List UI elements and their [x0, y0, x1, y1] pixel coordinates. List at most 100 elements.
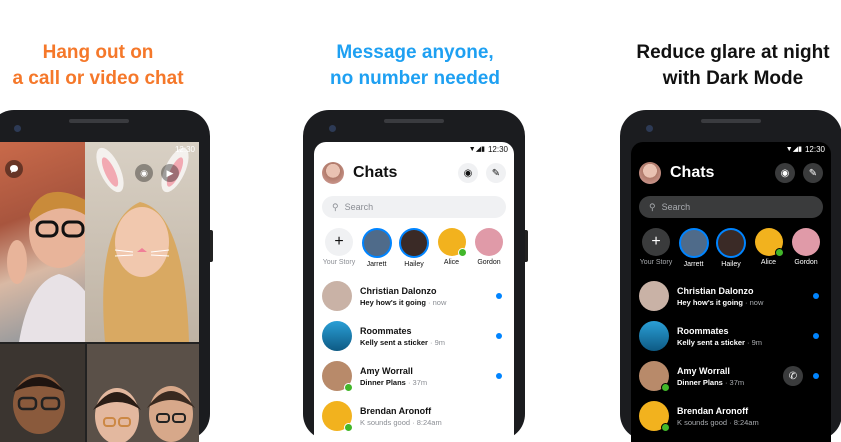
story-avatar — [678, 228, 709, 258]
camera-button[interactable]: ◉ — [458, 163, 478, 183]
add-story-button[interactable]: + — [325, 228, 353, 256]
story-name: Alice — [760, 259, 777, 266]
profile-avatar[interactable] — [322, 162, 344, 184]
unread-dot — [496, 333, 502, 339]
compose-button[interactable]: ✎ — [803, 163, 823, 183]
front-camera — [329, 125, 336, 132]
phone-speaker — [384, 119, 444, 123]
chat-time: · 8:24am — [727, 417, 759, 427]
caption-video-chat: Hang out on a call or video chat — [0, 40, 228, 92]
chat-name: Amy Worrall — [677, 365, 730, 376]
story-alice[interactable]: Alice — [435, 228, 469, 268]
video-tile-participant-4[interactable] — [87, 344, 199, 442]
online-indicator — [774, 248, 784, 257]
avatar — [639, 361, 670, 392]
chat-time: · now — [425, 297, 447, 307]
camera-button[interactable]: ◉ — [775, 163, 795, 183]
story-name: Gordon — [794, 259, 818, 266]
unread-dot — [496, 293, 502, 299]
phone-side-button — [525, 230, 528, 262]
video-toggle-icon[interactable]: ▶ — [161, 164, 179, 182]
switch-camera-icon[interactable]: ◉ — [135, 164, 153, 182]
story-gordon[interactable]: Gordon — [472, 228, 506, 268]
front-camera — [14, 125, 21, 132]
story-gordon[interactable]: Gordon — [789, 228, 823, 268]
online-indicator — [661, 423, 670, 432]
statusbar-video: 12:30 — [174, 144, 195, 154]
chat-preview: Hey how's it going — [677, 297, 743, 307]
chat-time: · 37m — [722, 377, 745, 387]
story-jarrett[interactable]: Jarrett — [677, 228, 711, 268]
story-name: Hailey — [721, 261, 741, 268]
add-story-button[interactable]: + — [642, 228, 670, 256]
story-jarrett[interactable]: Jarrett — [360, 228, 394, 268]
avatar — [322, 281, 352, 311]
avatar — [322, 401, 353, 432]
status-time: 12:30 — [487, 144, 508, 154]
pencil-icon: ✎ — [808, 167, 818, 179]
chat-row-amy[interactable]: Amy Worrall Dinner Plans · 37m — [322, 356, 506, 396]
chat-preview: Dinner Plans — [677, 377, 723, 387]
phone-side-button — [210, 230, 213, 262]
chat-name: Christian Dalonzo — [360, 285, 437, 296]
unread-dot — [813, 293, 819, 299]
story-hailey[interactable]: Hailey — [714, 228, 748, 268]
story-your-story[interactable]: + Your Story — [322, 228, 356, 268]
avatar — [639, 281, 669, 311]
chat-preview: K sounds good — [360, 417, 411, 427]
chat-name: Roommates — [677, 325, 729, 336]
story-hailey[interactable]: Hailey — [397, 228, 431, 268]
phone-chats-light: ▼◢▮ 12:30 Chats ◉ ✎ ⚲ Search + Your Stor… — [303, 110, 528, 442]
phone-speaker — [69, 119, 129, 123]
search-input[interactable]: ⚲ Search — [322, 196, 506, 218]
call-button[interactable]: ✆ — [783, 366, 803, 386]
compose-button[interactable]: ✎ — [486, 163, 506, 183]
video-tile-participant-3[interactable] — [0, 344, 85, 442]
video-tile-participant-2[interactable]: 12:30 ◉ ▶ — [85, 142, 199, 342]
profile-avatar[interactable] — [639, 162, 661, 184]
story-your-story[interactable]: + Your Story — [639, 228, 673, 268]
camera-icon: ◉ — [463, 167, 473, 179]
chat-row-christian[interactable]: Christian Dalonzo Hey how's it going · n… — [322, 276, 506, 316]
chat-list: Christian Dalonzo Hey how's it going · n… — [322, 276, 506, 436]
front-camera — [646, 125, 653, 132]
story-avatar — [475, 228, 503, 256]
chat-row-brendan[interactable]: Brendan Aronoff K sounds good · 8:24am — [322, 396, 506, 436]
online-indicator — [344, 423, 353, 432]
participant-3-figure — [13, 374, 65, 434]
caption-line-2: with Dark Mode — [662, 68, 804, 89]
chat-preview: Hey how's it going — [360, 297, 426, 307]
story-avatar — [754, 228, 784, 257]
chat-preview: Dinner Plans — [360, 377, 406, 387]
search-placeholder: Search — [344, 202, 374, 212]
chat-row-roommates[interactable]: Roommates Kelly sent a sticker · 9m — [639, 316, 823, 356]
caption-line-2: no number needed — [330, 68, 500, 89]
story-name: Your Story — [639, 259, 673, 266]
stories-row: + Your Story Jarrett Hailey Alice Gordon — [639, 228, 823, 268]
story-avatar — [792, 228, 820, 256]
chat-time: · now — [742, 297, 764, 307]
chat-row-brendan[interactable]: Brendan Aronoff K sounds good · 8:24am — [639, 396, 823, 436]
chat-time: · 8:24am — [410, 417, 442, 427]
page-title: Chats — [670, 164, 715, 181]
chat-row-amy[interactable]: Amy Worrall Dinner Plans · 37m ✆ — [639, 356, 823, 396]
phone-icon: ✆ — [788, 370, 798, 382]
chat-name: Brendan Aronoff — [677, 405, 749, 416]
story-name: Jarrett — [683, 261, 704, 268]
chat-list: Christian Dalonzo Hey how's it going · n… — [639, 276, 823, 436]
search-input[interactable]: ⚲ Search — [639, 196, 823, 218]
chat-preview: K sounds good — [677, 417, 728, 427]
search-placeholder: Search — [661, 202, 691, 212]
signal-icons: ▼◢▮ — [785, 146, 802, 153]
chat-row-roommates[interactable]: Roommates Kelly sent a sticker · 9m — [322, 316, 506, 356]
signal-icons: ▼◢▮ — [468, 146, 485, 153]
avatar — [639, 321, 669, 351]
chat-row-christian[interactable]: Christian Dalonzo Hey how's it going · n… — [639, 276, 823, 316]
story-avatar — [716, 228, 746, 258]
story-alice[interactable]: Alice — [752, 228, 786, 268]
camera-icon: ◉ — [780, 167, 790, 179]
story-avatar — [437, 228, 467, 257]
chats-header: Chats ◉ ✎ — [322, 158, 506, 188]
story-name: Gordon — [477, 259, 501, 266]
message-bubble-icon[interactable] — [5, 160, 23, 178]
